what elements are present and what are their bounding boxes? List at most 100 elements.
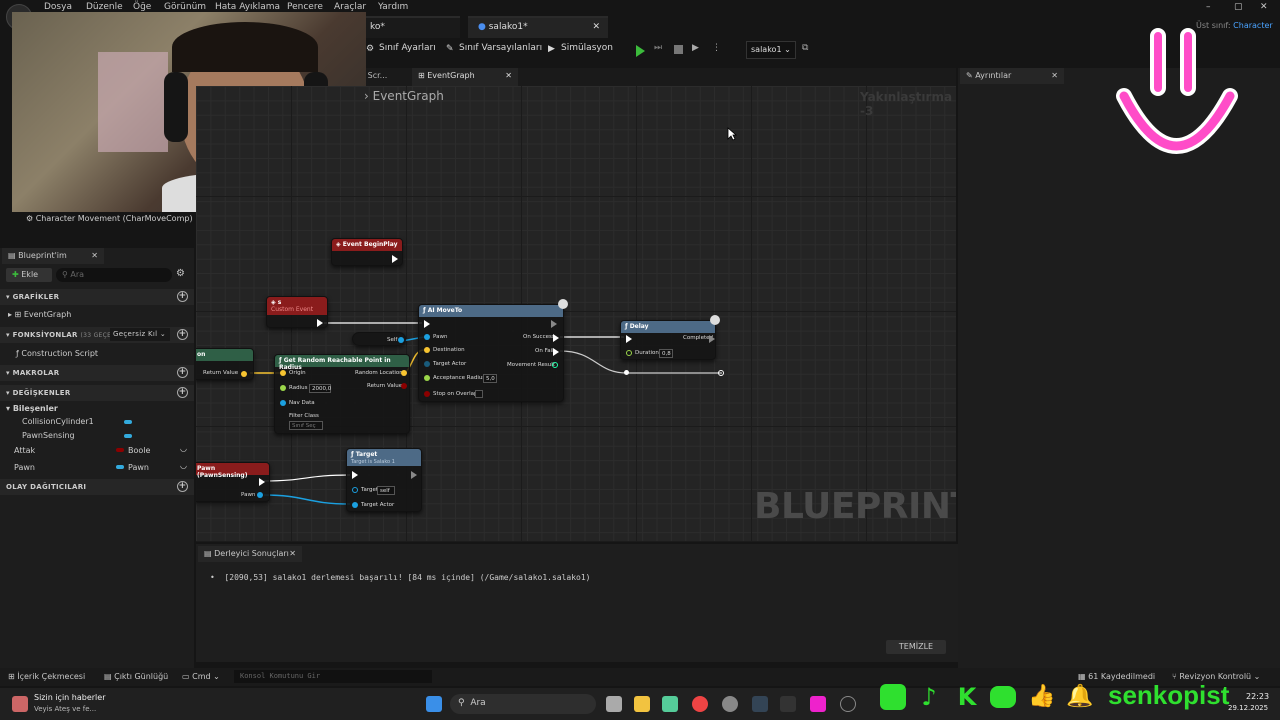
exec-out-pin[interactable]: [551, 320, 557, 328]
clear-button[interactable]: TEMİZLE: [886, 640, 946, 654]
node-ai-moveto[interactable]: ƒ AI MoveTo Pawn Destination Target Acto…: [418, 299, 568, 402]
radius-value-input[interactable]: 2000,0: [309, 384, 331, 393]
settings-gear-icon[interactable]: ⚙: [176, 268, 185, 279]
compiler-tab[interactable]: ▤ Derleyici Sonuçları ✕: [198, 546, 302, 562]
content-drawer-button[interactable]: ⊞ İçerik Çekmecesi: [8, 672, 85, 681]
step-icon[interactable]: ⏭: [654, 43, 662, 53]
object-in-pin[interactable]: [352, 502, 358, 508]
stop-icon[interactable]: [674, 45, 683, 54]
enum-out-pin[interactable]: [552, 362, 558, 368]
exec-in-pin[interactable]: [424, 320, 430, 328]
search-input[interactable]: ⚲ Ara: [56, 268, 172, 282]
visibility-eye-icon[interactable]: ◡: [180, 461, 187, 470]
stop-on-overlap-checkbox[interactable]: [475, 390, 483, 398]
class-settings-button[interactable]: ⚙ Sınıf Ayarları: [366, 43, 436, 54]
menu-file[interactable]: Dosya: [44, 2, 72, 12]
clock-date[interactable]: 29.12.2025: [1228, 704, 1268, 712]
variable-pawn[interactable]: Pawn: [14, 463, 35, 472]
close-tab-icon[interactable]: ✕: [592, 22, 600, 32]
bool-in-pin[interactable]: [424, 391, 430, 397]
variable-pawn-type[interactable]: Pawn: [116, 463, 149, 472]
object-in-pin[interactable]: [424, 361, 430, 367]
section-graphs[interactable]: ▾ GRAFİKLER +: [0, 289, 194, 305]
bool-out-pin[interactable]: [401, 383, 407, 389]
exec-in-pin[interactable]: [626, 335, 632, 343]
add-variable-icon[interactable]: +: [177, 387, 188, 398]
epic-games-icon[interactable]: [780, 696, 796, 712]
news-icon[interactable]: [12, 696, 28, 712]
debug-object-select[interactable]: salako1 ⌄: [746, 41, 796, 59]
details-tab[interactable]: ✎ Ayrıntılar ✕: [960, 68, 1064, 84]
exec-fail-pin[interactable]: [553, 348, 559, 356]
menu-help[interactable]: Yardım: [378, 2, 408, 12]
variable-attak-type[interactable]: Boole: [116, 446, 150, 455]
more-options-icon[interactable]: ⋮: [712, 43, 721, 53]
my-blueprint-tab[interactable]: ▤ Blueprint'im ✕: [2, 248, 104, 264]
object-out-pin[interactable]: [257, 492, 263, 498]
menu-view[interactable]: Görünüm: [164, 2, 206, 12]
reroute-node[interactable]: [624, 370, 629, 375]
debug-filter-icon[interactable]: ⧉: [802, 43, 808, 53]
add-dispatcher-icon[interactable]: +: [177, 481, 188, 492]
menu-window[interactable]: Pencere: [287, 2, 323, 12]
class-defaults-button[interactable]: ✎ Sınıf Varsayılanları: [446, 43, 542, 54]
object-out-pin[interactable]: [398, 337, 404, 343]
obs-icon[interactable]: [722, 696, 738, 712]
exec-out-pin[interactable]: [411, 471, 417, 479]
float-in-pin[interactable]: [280, 385, 286, 391]
vector-in-pin[interactable]: [424, 347, 430, 353]
menu-asset[interactable]: Öğe: [133, 2, 151, 12]
section-macros[interactable]: ▾ MAKROLAR +: [0, 365, 194, 381]
maximize-icon[interactable]: ▢: [1234, 2, 1243, 12]
add-macro-icon[interactable]: +: [177, 367, 188, 378]
components-group[interactable]: ▾ Bileşenler: [6, 404, 58, 413]
component-item-pawnsensing[interactable]: PawnSensing: [22, 431, 75, 440]
vector-in-pin[interactable]: [280, 370, 286, 376]
object-in-pin[interactable]: [352, 487, 358, 493]
node-get-location[interactable]: on Return Value: [196, 348, 254, 380]
object-in-pin[interactable]: [424, 334, 430, 340]
node-set-target[interactable]: ƒ Target Target is Salako 1 Target self T…: [346, 448, 422, 512]
chrome-icon[interactable]: [692, 696, 708, 712]
tab-previous[interactable]: ko*: [360, 16, 460, 38]
override-dropdown[interactable]: Geçersiz Kıl ⌄: [110, 328, 170, 341]
add-graph-icon[interactable]: +: [177, 291, 188, 302]
node-self[interactable]: Self: [352, 332, 406, 346]
menu-edit[interactable]: Düzenle: [86, 2, 123, 12]
exec-out-pin[interactable]: [317, 319, 323, 327]
node-get-random-point[interactable]: ƒ Get Random Reachable Point in Radius O…: [274, 354, 410, 434]
simulation-button[interactable]: ▶ Simülasyon: [548, 43, 613, 54]
reroute-node[interactable]: [718, 370, 724, 376]
clock-time[interactable]: 22:23: [1246, 692, 1269, 701]
windows-start-icon[interactable]: [426, 696, 442, 712]
steam-icon[interactable]: [752, 696, 768, 712]
object-in-pin[interactable]: [280, 400, 286, 406]
component-item-collision[interactable]: CollisionCylinder1: [22, 417, 94, 426]
add-function-icon[interactable]: +: [177, 329, 188, 340]
event-graph-canvas[interactable]: › EventGraph Yakınlaştırma -3 BLUEPRINT …: [196, 86, 956, 542]
filter-class-select[interactable]: Sınıf Seç: [289, 421, 323, 430]
close-details-icon[interactable]: ✕: [1051, 71, 1058, 80]
close-graph-tab-icon[interactable]: ✕: [505, 71, 512, 80]
minimize-icon[interactable]: –: [1206, 2, 1211, 12]
news-title[interactable]: Sizin için haberler: [34, 693, 106, 702]
console-input[interactable]: Konsol Komutunu Gir: [234, 670, 432, 683]
section-dispatchers[interactable]: OLAY DAĞITICILARI +: [0, 479, 194, 495]
exec-out-pin[interactable]: [259, 478, 265, 486]
float-in-pin[interactable]: [626, 350, 632, 356]
vector-out-pin[interactable]: [401, 370, 407, 376]
eject-icon[interactable]: ▶: [692, 43, 699, 53]
section-variables[interactable]: ▾ DEĞİŞKENLER +: [0, 385, 194, 401]
graph-item-eventgraph[interactable]: ▸ ⊞ EventGraph: [8, 310, 71, 319]
duration-input[interactable]: 0,8: [659, 349, 673, 358]
node-event-beginplay[interactable]: ◈ Event BeginPlay: [331, 238, 403, 266]
tab-event-graph[interactable]: ⊞ EventGraph ✕: [412, 68, 518, 86]
visibility-eye-icon[interactable]: ◡: [180, 444, 187, 453]
vector-out-pin[interactable]: [241, 371, 247, 377]
exec-out-pin[interactable]: [392, 255, 398, 263]
close-compiler-icon[interactable]: ✕: [289, 549, 296, 558]
target-self-input[interactable]: self: [377, 486, 395, 495]
close-my-blueprint-icon[interactable]: ✕: [91, 251, 98, 260]
variable-attak[interactable]: Attak: [14, 446, 35, 455]
node-delay[interactable]: ƒ Delay Completed Duration 0,8: [620, 315, 720, 360]
